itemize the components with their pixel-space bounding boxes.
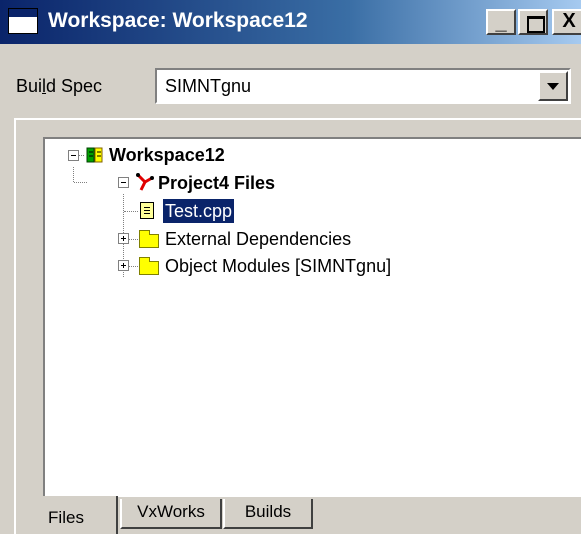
dropdown-button[interactable] <box>538 71 568 101</box>
close-icon: X <box>562 10 576 32</box>
file-label: Test.cpp <box>163 199 235 223</box>
tree-node-external-dependencies[interactable]: External Dependencies <box>45 227 565 251</box>
build-spec-label: Build Spec <box>16 76 102 97</box>
folder-icon <box>139 257 159 275</box>
app-window-icon <box>8 8 38 34</box>
workspace-label: Workspace12 <box>109 145 225 165</box>
workspace-tree[interactable]: Workspace12 Project4 Files Test.cpp Exte… <box>43 137 581 497</box>
chevron-down-icon <box>547 83 559 90</box>
tab-files-label: Files <box>48 508 84 527</box>
project-icon <box>136 173 154 191</box>
tree-node-workspace[interactable]: Workspace12 <box>45 143 565 167</box>
folder-icon <box>139 230 159 248</box>
tree-node-file[interactable]: Test.cpp <box>45 199 565 223</box>
expand-icon[interactable] <box>118 233 129 244</box>
workspace-book-icon <box>86 147 103 163</box>
file-icon <box>140 202 154 219</box>
tab-vxworks[interactable]: VxWorks <box>120 499 222 529</box>
minimize-icon: _ <box>495 12 507 34</box>
maximize-icon <box>527 16 545 33</box>
build-spec-value: SIMNTgnu <box>165 76 252 96</box>
workspace-window: Workspace: Workspace12 _ X Build Spec SI… <box>0 0 581 534</box>
window-title: Workspace: Workspace12 <box>48 9 308 32</box>
title-bar[interactable]: Workspace: Workspace12 _ X <box>0 0 581 44</box>
build-spec-select[interactable]: SIMNTgnu <box>155 68 571 104</box>
folder-label: Object Modules [SIMNTgnu] <box>165 256 392 276</box>
tab-files[interactable]: Files <box>14 496 118 534</box>
minimize-button[interactable]: _ <box>486 9 516 35</box>
tab-builds-label: Builds <box>244 502 292 521</box>
close-button[interactable]: X <box>552 9 581 35</box>
build-spec-label-pre: Bui <box>16 76 43 96</box>
collapse-icon[interactable] <box>118 177 129 188</box>
maximize-button[interactable] <box>518 9 548 35</box>
folder-label: External Dependencies <box>165 229 352 249</box>
tree-node-project[interactable]: Project4 Files <box>45 171 565 195</box>
tree-node-object-modules[interactable]: Object Modules [SIMNTgnu] <box>45 254 565 278</box>
expand-icon[interactable] <box>118 260 129 271</box>
tab-vxworks-label: VxWorks <box>137 502 205 521</box>
collapse-icon[interactable] <box>68 150 79 161</box>
tab-builds[interactable]: Builds <box>223 499 313 529</box>
build-spec-label-post: d Spec <box>46 76 103 96</box>
project-label: Project4 Files <box>158 173 276 193</box>
